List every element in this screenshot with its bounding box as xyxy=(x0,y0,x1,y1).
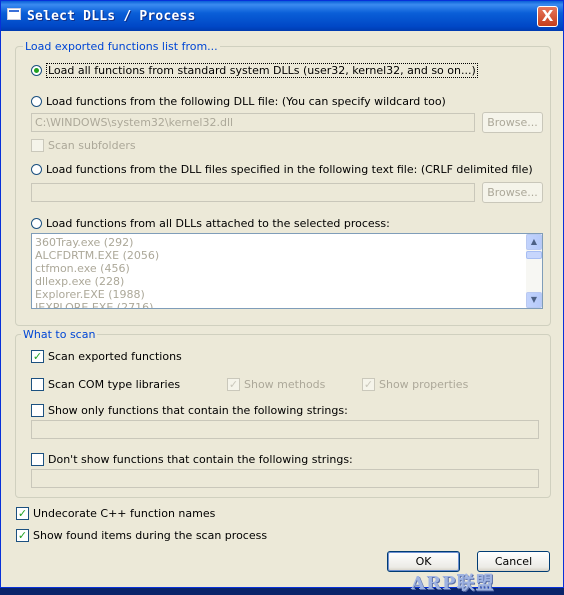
list-item[interactable]: Explorer.EXE (1988) xyxy=(32,288,542,301)
show-properties-label: Show properties xyxy=(379,377,469,391)
scroll-up-icon[interactable]: ▲ xyxy=(526,234,542,250)
only-contain-checkbox[interactable]: Show only functions that contain the fol… xyxy=(31,402,348,418)
radio-process[interactable]: Load functions from all DLLs attached to… xyxy=(31,215,390,231)
load-group-legend: Load exported functions list from... xyxy=(23,40,220,53)
show-properties-checkbox[interactable]: ✓ Show properties xyxy=(362,376,468,392)
list-item[interactable]: 360Tray.exe (292) xyxy=(32,236,542,249)
scan-com-label: Scan COM type libraries xyxy=(48,377,181,391)
radio-dll-file[interactable]: Load functions from the following DLL fi… xyxy=(31,93,446,109)
scan-com-checkbox[interactable]: Scan COM type libraries xyxy=(31,376,180,392)
only-contain-label: Show only functions that contain the fol… xyxy=(48,403,348,417)
show-methods-label: Show methods xyxy=(244,377,326,391)
radio-indicator[interactable] xyxy=(31,217,42,229)
show-methods-checkbox[interactable]: ✓ Show methods xyxy=(227,376,325,392)
scan-exported-checkbox[interactable]: ✓ Scan exported functions xyxy=(31,348,182,364)
checkbox-indicator[interactable] xyxy=(31,138,44,152)
scan-subfolders-checkbox[interactable]: Scan subfolders xyxy=(31,137,136,153)
radio-standard-label: Load all functions from standard system … xyxy=(46,62,478,78)
dont-show-checkbox[interactable]: Don't show functions that contain the fo… xyxy=(31,451,353,467)
process-list[interactable]: 360Tray.exe (292) ALCFDRTM.EXE (2056) ct… xyxy=(31,233,543,309)
title-bar[interactable]: Select DLLs / Process X xyxy=(1,1,563,31)
list-item[interactable]: ALCFDRTM.EXE (2056) xyxy=(32,249,542,262)
undecorate-label: Undecorate C++ function names xyxy=(33,506,216,520)
text-file-input[interactable] xyxy=(31,183,475,202)
checkbox-indicator[interactable] xyxy=(31,452,44,466)
radio-indicator[interactable] xyxy=(31,163,42,175)
window-title: Select DLLs / Process xyxy=(27,9,196,24)
radio-text-file[interactable]: Load functions from the DLL files specif… xyxy=(31,161,533,177)
radio-process-label: Load functions from all DLLs attached to… xyxy=(46,216,390,230)
dll-path-input[interactable]: C:\WINDOWS\system32\kernel32.dll xyxy=(31,113,475,132)
scan-group-legend: What to scan xyxy=(21,328,98,341)
radio-indicator[interactable] xyxy=(31,95,42,107)
undecorate-checkbox[interactable]: ✓ Undecorate C++ function names xyxy=(16,505,215,521)
scan-subfolders-label: Scan subfolders xyxy=(48,138,136,152)
only-contain-input[interactable] xyxy=(31,420,539,439)
dont-show-input[interactable] xyxy=(31,469,539,488)
radio-standard-dlls[interactable]: Load all functions from standard system … xyxy=(31,62,478,78)
radio-dll-file-label: Load functions from the following DLL fi… xyxy=(46,94,446,108)
list-item[interactable]: dllexp.exe (228) xyxy=(32,275,542,288)
show-found-checkbox[interactable]: ✓ Show found items during the scan proce… xyxy=(16,527,267,543)
scroll-down-icon[interactable]: ▼ xyxy=(526,292,542,308)
close-button[interactable]: X xyxy=(537,6,558,27)
checkbox-indicator[interactable] xyxy=(31,403,44,417)
checkbox-indicator[interactable]: ✓ xyxy=(362,377,375,391)
process-list-scrollbar[interactable]: ▲ ▼ xyxy=(526,234,542,308)
list-item[interactable]: ctfmon.exe (456) xyxy=(32,262,542,275)
checkbox-indicator[interactable]: ✓ xyxy=(31,349,44,363)
dialog-window: Select DLLs / Process X Load exported fu… xyxy=(0,0,564,594)
radio-indicator[interactable] xyxy=(31,64,42,76)
window-icon xyxy=(7,8,21,20)
scroll-thumb[interactable] xyxy=(526,251,542,259)
checkbox-indicator[interactable] xyxy=(31,377,44,391)
radio-text-file-label: Load functions from the DLL files specif… xyxy=(46,162,533,176)
checkbox-indicator[interactable]: ✓ xyxy=(227,377,240,391)
browse-text-button[interactable]: Browse... xyxy=(482,182,543,203)
dont-show-label: Don't show functions that contain the fo… xyxy=(48,452,353,466)
browse-dll-button[interactable]: Browse... xyxy=(482,112,543,133)
scan-exported-label: Scan exported functions xyxy=(48,349,182,363)
watermark-logo: ARP联盟 xyxy=(411,573,495,594)
list-item[interactable]: IEXPLORE.EXE (2716) xyxy=(32,301,542,308)
checkbox-indicator[interactable]: ✓ xyxy=(16,528,29,542)
show-found-label: Show found items during the scan process xyxy=(33,528,268,542)
checkbox-indicator[interactable]: ✓ xyxy=(16,506,29,520)
